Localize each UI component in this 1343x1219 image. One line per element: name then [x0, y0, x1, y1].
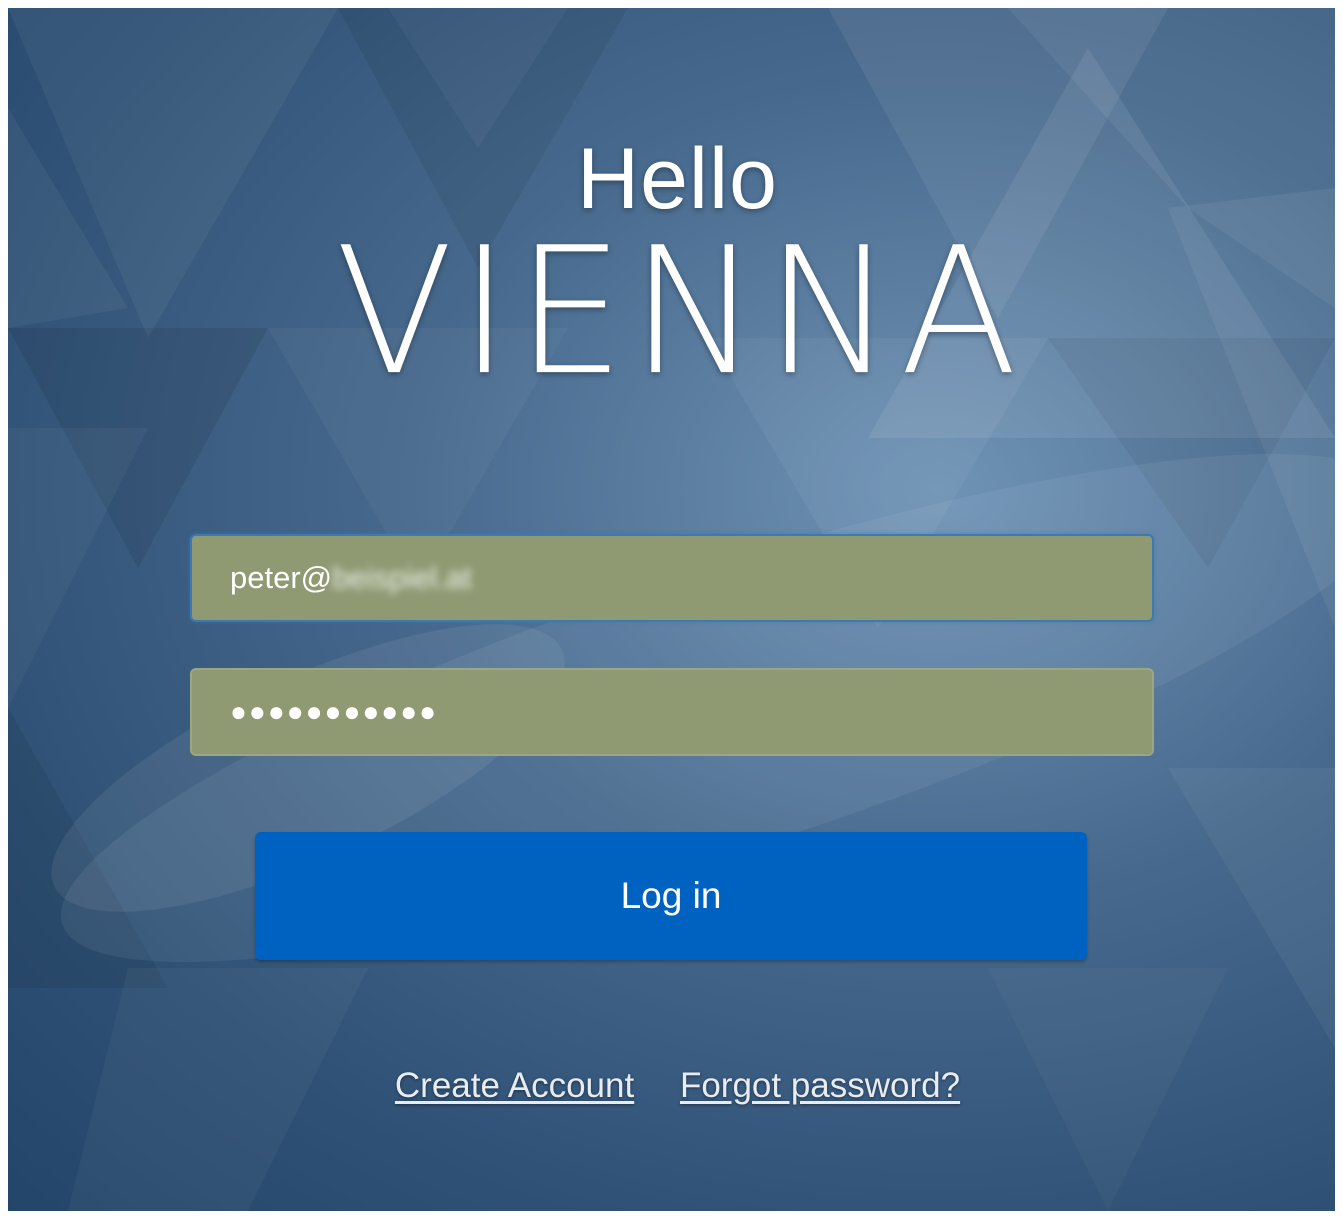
forgot-password-link[interactable]: Forgot password?	[680, 1066, 960, 1105]
brand-vienna: VIENNA	[335, 208, 1024, 414]
password-field[interactable]: ●●●●●●●●●●●	[190, 668, 1154, 756]
password-mask: ●●●●●●●●●●●	[230, 696, 439, 727]
email-value: peter@	[230, 560, 333, 595]
create-account-link[interactable]: Create Account	[395, 1066, 634, 1105]
login-screen: Hello VIENNA peter@ beispiel.at ●●●●●●●●…	[8, 8, 1335, 1211]
login-button-label: Log in	[620, 875, 722, 916]
email-value-obscured: beispiel.at	[332, 560, 472, 595]
email-field[interactable]: peter@ beispiel.at	[190, 534, 1154, 622]
account-links: Create Account Forgot password?	[8, 1066, 1335, 1106]
login-button[interactable]: Log in	[255, 832, 1087, 960]
